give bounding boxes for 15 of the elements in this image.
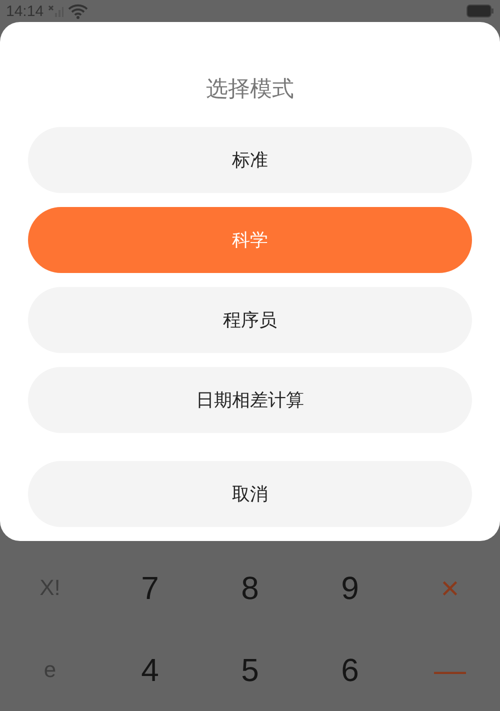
mode-option[interactable]: 程序员 — [28, 287, 472, 353]
keypad-key[interactable]: 6 — [300, 629, 400, 711]
keypad-key[interactable]: 5 — [200, 629, 300, 711]
mode-option[interactable]: 科学 — [28, 207, 472, 273]
signal-icon — [48, 4, 64, 18]
keypad-key[interactable]: 9 — [300, 547, 400, 629]
dialog-title: 选择模式 — [205, 76, 295, 104]
mode-option[interactable]: 标准 — [28, 127, 472, 193]
mode-option[interactable]: 日期相差计算 — [28, 367, 472, 433]
cancel-button[interactable]: 取消 — [28, 461, 472, 527]
battery-icon — [466, 4, 494, 18]
wifi-icon — [68, 3, 88, 19]
keypad-key[interactable]: 8 — [200, 547, 300, 629]
keypad-key[interactable]: 4 — [100, 629, 200, 711]
keypad-key[interactable]: 7 — [100, 547, 200, 629]
